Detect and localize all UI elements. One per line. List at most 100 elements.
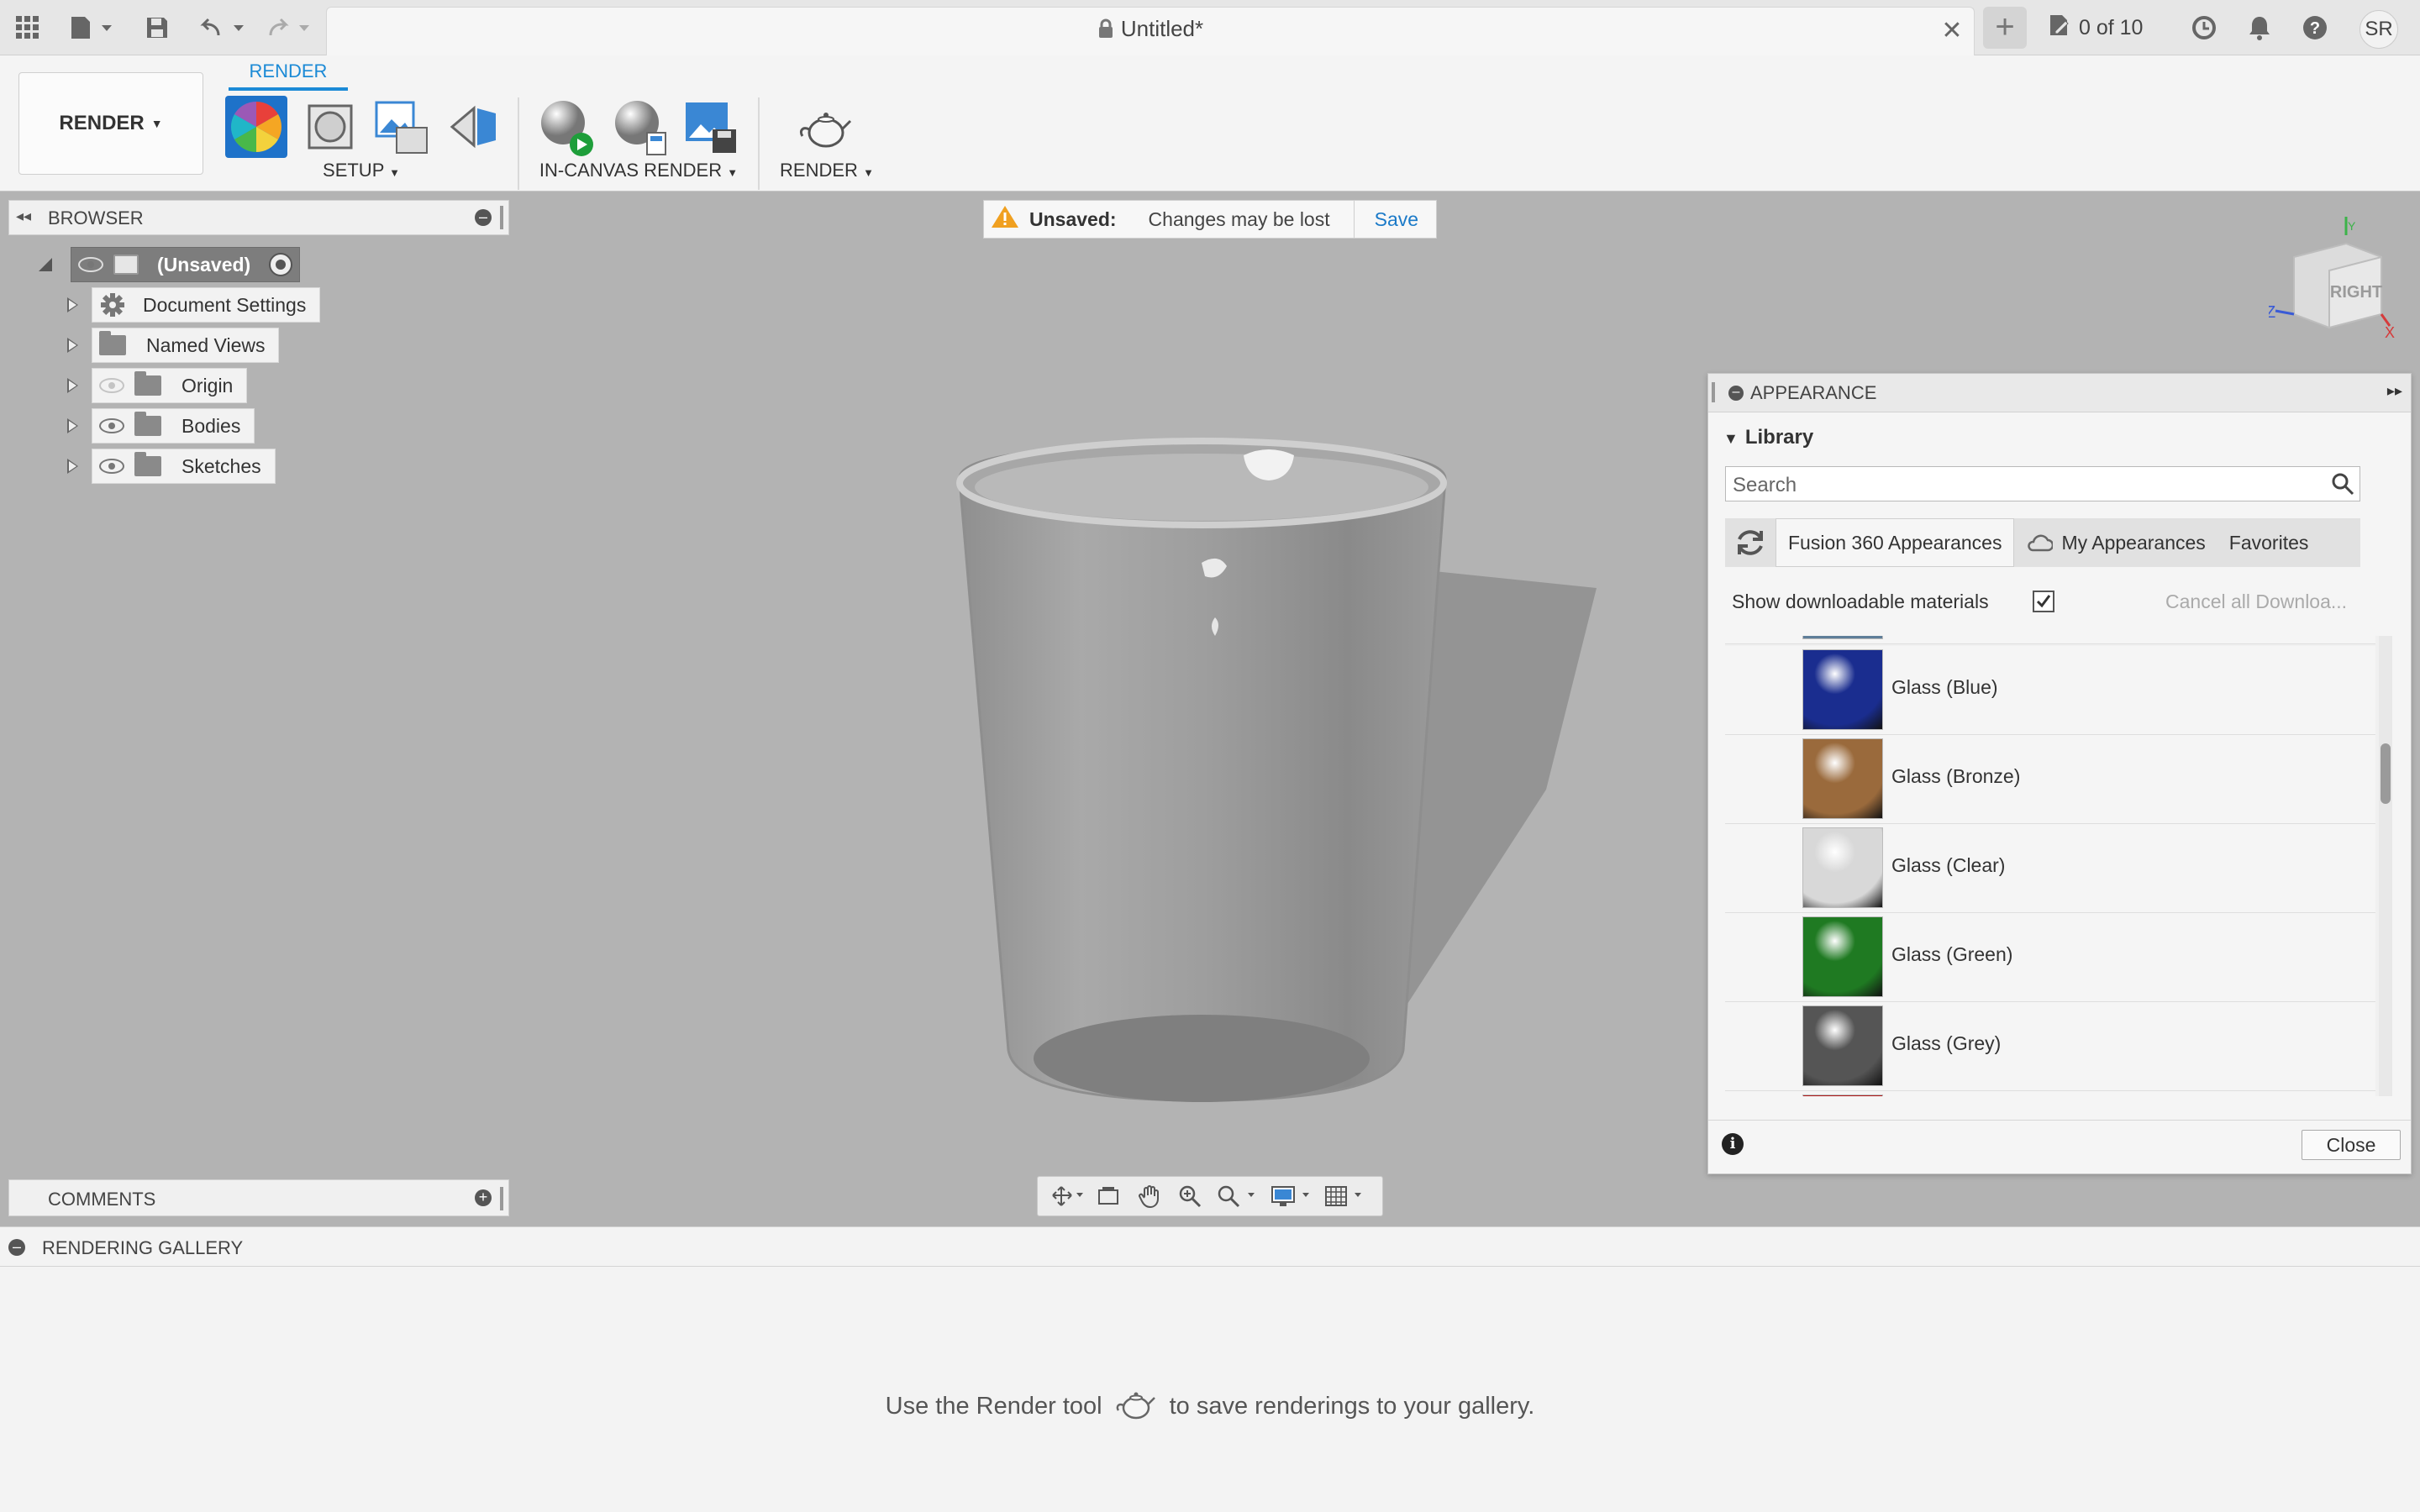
browser-root-item[interactable]: (Unsaved) (37, 247, 301, 282)
tree-node[interactable]: Document Settings (92, 287, 321, 323)
close-button[interactable]: Close (2302, 1130, 2401, 1160)
rendering-gallery-header[interactable]: – RENDERING GALLERY (0, 1226, 2420, 1267)
list-item[interactable] (1725, 1091, 2375, 1096)
texture-map-button[interactable] (370, 96, 432, 158)
browser-item-origin[interactable]: Origin (67, 368, 248, 403)
tab-render[interactable]: RENDER (229, 60, 348, 91)
tab-favorites[interactable]: Favorites (2217, 518, 2321, 567)
tree-expand-icon[interactable] (67, 297, 78, 312)
tree-node[interactable]: Bodies (92, 408, 255, 444)
list-item[interactable]: Glass (Blue) (1725, 646, 2375, 735)
job-status[interactable]: 0 of 10 (2047, 12, 2143, 44)
look-at-icon[interactable] (1092, 1182, 1125, 1210)
eye-icon[interactable] (99, 459, 124, 474)
tab-my-appearances[interactable]: My Appearances (2014, 518, 2217, 567)
in-canvas-render-settings-button[interactable] (608, 96, 671, 158)
save-icon[interactable] (138, 8, 176, 47)
minimize-icon[interactable]: – (1728, 386, 1744, 401)
undo-icon[interactable] (197, 8, 250, 47)
component-icon (113, 255, 139, 275)
eye-icon[interactable] (99, 418, 124, 433)
user-avatar[interactable]: SR (2360, 10, 2398, 49)
tree-label: Sketches (182, 454, 261, 477)
display-settings-icon[interactable] (1268, 1182, 1315, 1210)
activate-radio-icon[interactable] (269, 253, 293, 276)
eye-icon[interactable] (78, 257, 103, 272)
pin-handle-icon[interactable] (500, 1187, 503, 1210)
tree-collapse-icon (39, 258, 52, 271)
scrollbar-thumb[interactable] (2381, 743, 2391, 804)
pin-handle-icon[interactable] (500, 206, 503, 229)
bell-icon[interactable] (2240, 8, 2279, 47)
decal-button[interactable] (442, 96, 504, 158)
tree-node[interactable]: Named Views (92, 328, 280, 363)
eye-hidden-icon[interactable] (99, 378, 124, 393)
show-downloadable-checkbox[interactable] (2033, 591, 2054, 612)
library-section-toggle[interactable]: ▼ Library (1723, 426, 1813, 449)
collapse-browser-icon[interactable]: ◂◂ (16, 207, 31, 225)
expand-panel-icon[interactable]: ▸▸ (2387, 382, 2402, 400)
clock-icon[interactable] (2185, 8, 2223, 47)
in-canvas-render-button[interactable] (534, 96, 597, 158)
pan-hand-icon[interactable] (1133, 1182, 1166, 1210)
collapse-gallery-icon[interactable]: – (8, 1239, 25, 1256)
list-item[interactable]: Glass (Clear) (1725, 824, 2375, 913)
workspace-switcher[interactable]: RENDER ▼ (18, 72, 203, 175)
browser-item-sketches[interactable]: Sketches (67, 449, 276, 484)
scrollbar[interactable] (2379, 636, 2392, 1096)
tree-expand-icon[interactable] (67, 338, 78, 353)
browser-title: BROWSER (48, 207, 144, 228)
setup-group[interactable]: SETUP ▼ (308, 160, 415, 181)
tree-node[interactable]: Origin (92, 368, 248, 403)
info-icon[interactable]: i (1722, 1133, 1744, 1155)
viewcube[interactable]: RIGHT Y Z X (2265, 210, 2403, 353)
tree-expand-icon[interactable] (67, 459, 78, 474)
app-grid-icon[interactable] (8, 8, 47, 47)
list-item[interactable]: Glass (Bronze) (1725, 735, 2375, 824)
fit-zoom-icon[interactable] (1213, 1182, 1260, 1210)
minimize-icon[interactable]: – (475, 209, 492, 226)
appearance-header[interactable]: – APPEARANCE ▸▸ (1708, 374, 2411, 412)
root-node[interactable]: (Unsaved) (71, 247, 301, 282)
save-link[interactable]: Save (1375, 208, 1418, 231)
browser-item-bodies[interactable]: Bodies (67, 408, 255, 444)
document-tab[interactable]: Untitled* ✕ (326, 7, 1975, 55)
navigation-toolbar (1037, 1176, 1383, 1216)
render-sphere-settings-icon (615, 101, 666, 155)
tab-fusion-360-appearances[interactable]: Fusion 360 Appearances (1776, 518, 2015, 567)
cup-model[interactable] (924, 403, 1630, 1142)
title-bar: Untitled* ✕ + 0 of 10 ? SR (0, 0, 2420, 55)
add-comment-icon[interactable]: + (475, 1189, 492, 1206)
drag-handle-icon[interactable] (1712, 382, 1715, 402)
folder-icon (134, 371, 161, 396)
tree-expand-icon[interactable] (67, 418, 78, 433)
tree-expand-icon[interactable] (67, 378, 78, 393)
browser-panel-header[interactable]: ◂◂ BROWSER – (8, 200, 509, 235)
orbit-icon[interactable] (1051, 1182, 1085, 1210)
material-swatch (1802, 1005, 1883, 1086)
browser-item-named-views[interactable]: Named Views (67, 328, 280, 363)
new-tab-button[interactable]: + (1983, 7, 2027, 49)
browser-item-document-settings[interactable]: Document Settings (67, 287, 321, 323)
in-canvas-render-group[interactable]: IN-CANVAS RENDER ▼ (538, 160, 739, 181)
render-teapot-button[interactable] (795, 96, 857, 158)
grid-settings-icon[interactable] (1322, 1182, 1369, 1210)
capture-image-button[interactable] (679, 96, 741, 158)
cancel-downloads-link[interactable]: Cancel all Downloa... (2165, 591, 2347, 613)
render-group[interactable]: RENDER ▼ (773, 160, 881, 181)
scene-settings-button[interactable] (299, 96, 361, 158)
file-menu-icon[interactable] (64, 8, 119, 47)
search-input[interactable]: Search (1725, 466, 2360, 501)
appearance-tool-button[interactable] (225, 96, 287, 158)
zoom-icon[interactable] (1173, 1182, 1207, 1210)
help-icon[interactable]: ? (2296, 8, 2334, 47)
search-icon[interactable] (2331, 472, 2354, 501)
redo-icon[interactable] (262, 8, 316, 47)
comments-panel-header[interactable]: COMMENTS + (8, 1179, 509, 1216)
list-item[interactable] (1725, 636, 2375, 644)
list-item[interactable]: Glass (Green) (1725, 913, 2375, 1002)
tree-node[interactable]: Sketches (92, 449, 276, 484)
close-tab-icon[interactable]: ✕ (1935, 16, 1969, 45)
list-item[interactable]: Glass (Grey) (1725, 1002, 2375, 1091)
refresh-icon[interactable] (1725, 518, 1776, 567)
